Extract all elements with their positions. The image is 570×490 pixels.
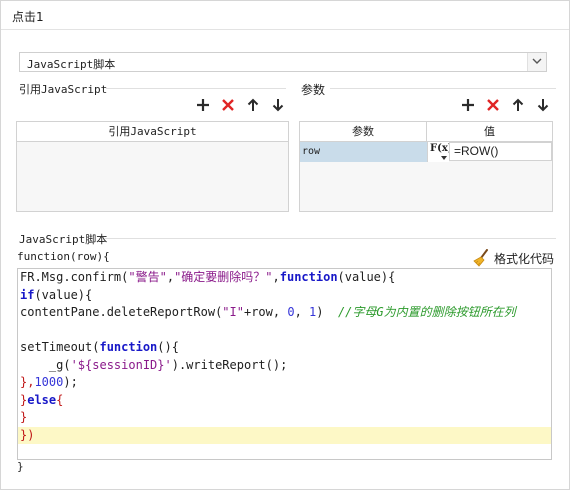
move-up-import-button[interactable]	[245, 97, 261, 113]
code-line[interactable]: FR.Msg.confirm("警告","确定要删除吗？",function(v…	[18, 269, 551, 286]
delete-param-button[interactable]	[485, 97, 501, 113]
window-title: 点击1	[12, 10, 44, 24]
function-signature: function(row){	[17, 250, 110, 263]
delete-icon	[487, 99, 499, 111]
params-table[interactable]: 参数 值 row F(x) =ROW()	[299, 121, 553, 212]
code-token: 0	[287, 305, 295, 319]
title-bar: 点击1	[1, 1, 569, 30]
add-import-button[interactable]	[195, 97, 211, 113]
param-name-cell[interactable]: row	[300, 142, 427, 162]
code-line[interactable]: }	[18, 409, 551, 426]
move-down-param-button[interactable]	[535, 97, 551, 113]
param-name-header[interactable]: 参数	[300, 122, 427, 142]
script-type-select[interactable]: JavaScript脚本	[19, 52, 547, 72]
code-token: function	[279, 270, 338, 284]
code-line[interactable]: })	[18, 426, 551, 444]
code-token: },	[20, 375, 35, 389]
function-closing-brace: }	[17, 460, 24, 473]
code-token: '${sessionID}'	[70, 357, 172, 372]
param-value-cell[interactable]: =ROW()	[449, 142, 552, 161]
imported-js-table[interactable]: 引用JavaScript	[16, 121, 289, 212]
code-token: }	[20, 410, 28, 424]
code-editor[interactable]: FR.Msg.confirm("警告","确定要删除吗？",function(v…	[17, 268, 552, 460]
code-token: contentPane.deleteReportRow(	[20, 305, 223, 319]
code-token: else	[27, 392, 57, 407]
js-script-label: JavaScript脚本	[19, 233, 108, 246]
param-value-header[interactable]: 值	[427, 122, 552, 142]
format-code-label: 格式化代码	[494, 251, 555, 266]
move-down-import-button[interactable]	[270, 97, 286, 113]
divider	[106, 88, 286, 89]
code-line[interactable]: }else{	[18, 392, 551, 409]
code-token: )	[316, 305, 338, 319]
move-up-icon	[512, 98, 524, 111]
code-token: {	[56, 392, 64, 407]
code-token: _g(	[20, 357, 71, 372]
code-line[interactable]: },1000);	[18, 374, 551, 391]
code-token: })	[20, 427, 35, 442]
code-token: ).writeReport();	[171, 357, 288, 372]
divider	[104, 238, 556, 239]
divider	[330, 88, 556, 89]
code-token: (value){	[34, 287, 93, 302]
delete-icon	[222, 99, 234, 111]
params-label: 参数	[301, 83, 326, 97]
imported-js-column-header[interactable]: 引用JavaScript	[17, 122, 288, 142]
code-token: "警告"	[128, 270, 167, 284]
imported-js-label: 引用JavaScript	[19, 83, 108, 96]
code-token: );	[63, 375, 78, 389]
code-token: FR.Msg.confirm(	[20, 270, 129, 284]
code-token: "确定要删除吗？"	[174, 270, 273, 284]
format-code-button[interactable]: 格式化代码	[473, 249, 554, 267]
code-token: (value){	[337, 270, 396, 284]
script-type-value: JavaScript脚本	[27, 58, 116, 71]
code-token: (){	[157, 340, 179, 354]
code-line[interactable]: _g('${sessionID}').writeReport();	[18, 357, 551, 374]
delete-import-button[interactable]	[220, 97, 236, 113]
code-token: setTimeout(	[20, 340, 100, 354]
code-line[interactable]: setTimeout(function(){	[18, 339, 551, 356]
code-token: ,	[294, 305, 310, 319]
broom-icon	[473, 249, 488, 267]
add-icon	[462, 99, 474, 111]
code-token: 1000	[34, 375, 64, 389]
formula-button[interactable]: F(x)	[427, 142, 453, 162]
chevron-down-icon	[532, 58, 542, 64]
code-line[interactable]	[18, 322, 551, 339]
dropdown-arrow[interactable]	[527, 53, 546, 71]
code-token: if	[20, 287, 35, 302]
code-token: ,	[166, 270, 175, 284]
code-token: ,	[272, 270, 280, 284]
move-down-icon	[537, 99, 549, 112]
code-line[interactable]: contentPane.deleteReportRow("I"+row, 0, …	[18, 304, 551, 321]
caret-down-icon	[441, 156, 447, 160]
move-down-icon	[272, 99, 284, 112]
add-param-button[interactable]	[460, 97, 476, 113]
move-up-icon	[247, 98, 259, 111]
code-token: "I"	[222, 305, 244, 319]
code-token: //字母G为内置的删除按钮所在列	[337, 305, 516, 319]
code-token: function	[99, 340, 158, 354]
code-token: +row,	[243, 305, 288, 319]
add-icon	[197, 99, 209, 111]
code-line[interactable]: if(value){	[18, 287, 551, 304]
move-up-param-button[interactable]	[510, 97, 526, 113]
